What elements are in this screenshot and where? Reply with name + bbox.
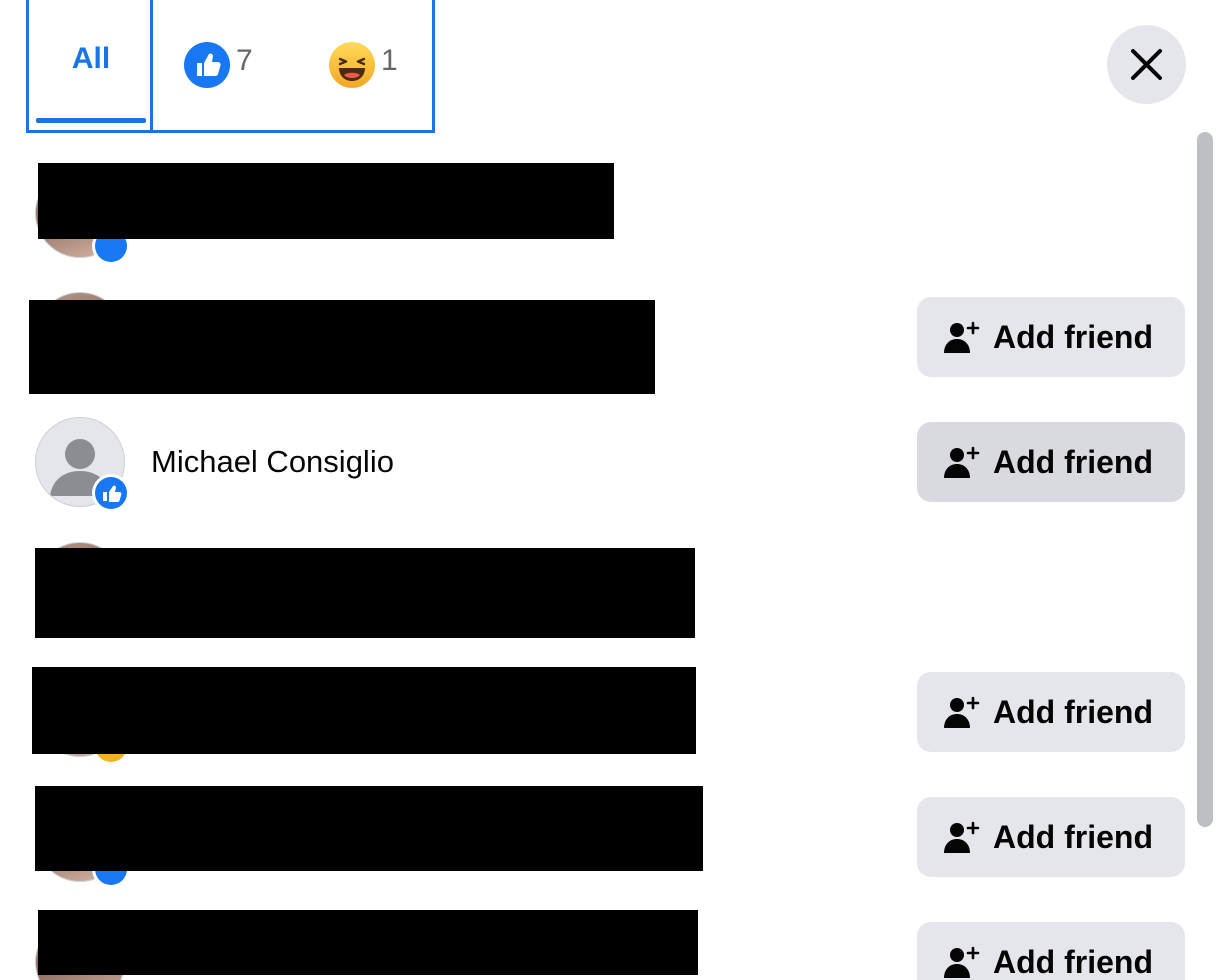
- thumbs-up-icon: [184, 42, 230, 88]
- add-friend-button[interactable]: Add friend: [917, 922, 1185, 980]
- add-friend-label: Add friend: [993, 694, 1153, 730]
- list-item: [0, 540, 1190, 640]
- list-item: Add friend: [0, 290, 1190, 394]
- add-friend-label: Add friend: [993, 819, 1153, 855]
- add-friend-label: Add friend: [993, 319, 1153, 355]
- redacted-name: [35, 786, 703, 871]
- reaction-tabs: All 7 1: [26, 0, 435, 133]
- list-item: [0, 163, 1190, 265]
- tab-all[interactable]: All: [29, 0, 153, 130]
- add-friend-button[interactable]: Add friend: [917, 672, 1185, 752]
- close-button[interactable]: [1107, 25, 1186, 104]
- add-person-icon: [944, 696, 980, 728]
- like-count: 7: [236, 44, 253, 77]
- person-name[interactable]: Michael Consiglio: [151, 444, 394, 480]
- add-person-icon: [944, 821, 980, 853]
- tab-all-label: All: [71, 42, 111, 75]
- tab-haha[interactable]: 1: [324, 0, 414, 130]
- add-friend-label: Add friend: [993, 944, 1153, 980]
- redacted-name: [32, 667, 696, 754]
- add-friend-label: Add friend: [993, 444, 1153, 480]
- redacted-name: [38, 163, 614, 239]
- like-badge: [92, 474, 130, 512]
- reactions-dialog: All 7 1 Add friend Michael Consiglio Add…: [0, 0, 1224, 980]
- add-friend-button[interactable]: Add friend: [917, 422, 1185, 502]
- redacted-name: [35, 548, 695, 638]
- list-item: Add friend: [0, 786, 1190, 890]
- add-friend-button[interactable]: Add friend: [917, 797, 1185, 877]
- list-item: Add friend: [0, 910, 1190, 980]
- list-item: Michael Consiglio Add friend: [0, 415, 1190, 515]
- scrollbar-thumb[interactable]: [1197, 132, 1213, 827]
- haha-count: 1: [381, 44, 398, 77]
- add-person-icon: [944, 321, 980, 353]
- add-friend-button[interactable]: Add friend: [917, 297, 1185, 377]
- tab-like[interactable]: 7: [179, 0, 269, 130]
- thumbs-up-icon: [103, 485, 122, 502]
- laughing-face-icon: [329, 42, 375, 88]
- redacted-name: [38, 910, 698, 975]
- redacted-name: [29, 300, 655, 394]
- close-icon: [1131, 49, 1162, 80]
- list-item: Add friend: [0, 665, 1190, 765]
- active-tab-indicator: [36, 118, 146, 123]
- add-person-icon: [944, 946, 980, 978]
- add-person-icon: [944, 446, 980, 478]
